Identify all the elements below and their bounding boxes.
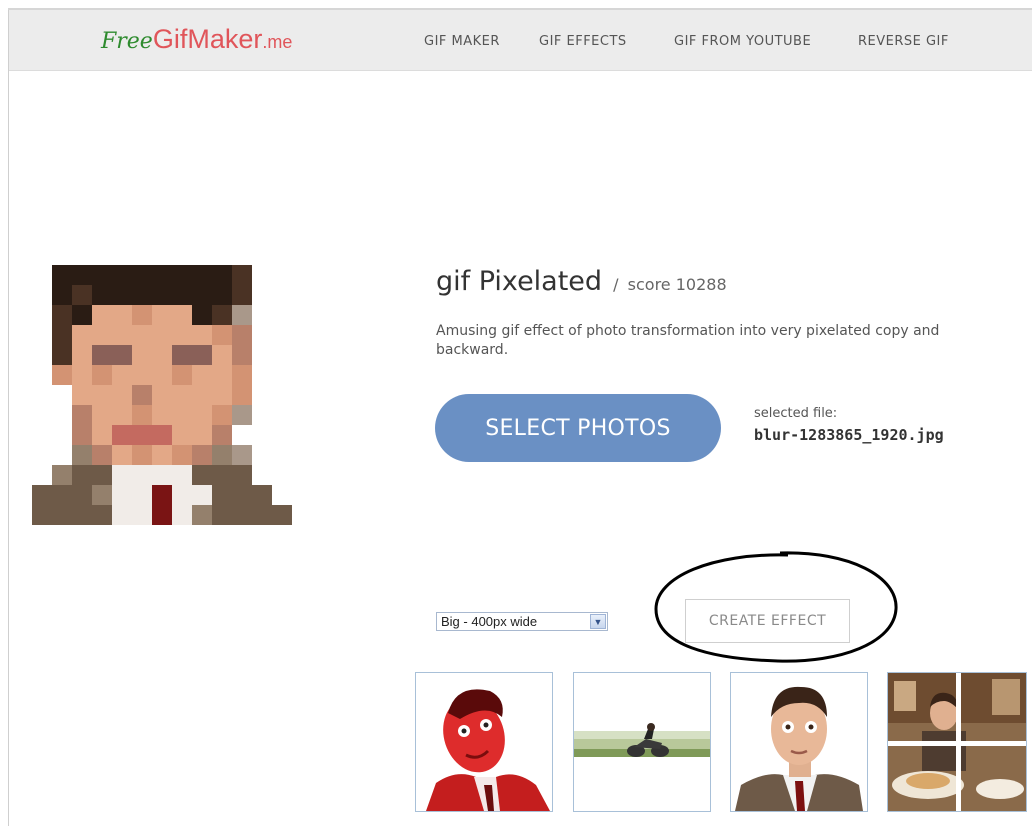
effect-description: Amusing gif effect of photo transformati…: [436, 323, 940, 358]
logo-free-text: Free: [101, 29, 153, 54]
gif-size-select[interactable]: Big - 400px wide ▼: [436, 612, 608, 631]
window-left-border: [8, 10, 9, 826]
chevron-down-icon[interactable]: ▼: [590, 614, 606, 629]
effect-score: score 10288: [627, 275, 727, 294]
create-effect-button[interactable]: CREATE EFFECT: [685, 599, 850, 643]
nav-gif-maker[interactable]: GIF MAKER: [424, 34, 500, 49]
thumbnail-restaurant-collage[interactable]: [887, 672, 1027, 812]
gif-size-selected-value: Big - 400px wide: [441, 614, 538, 629]
effect-title-row: gif Pixelated / score 10288: [436, 266, 727, 297]
pixelated-preview-image: [32, 265, 292, 525]
selected-file-name: blur-1283865_1920.jpg: [754, 426, 944, 444]
nav-gif-from-youtube[interactable]: GIF FROM YOUTUBE: [674, 34, 811, 49]
thumbnail-motorbike-strip[interactable]: [573, 672, 711, 812]
top-navbar: Free GifMaker .me GIF MAKER GIF EFFECTS …: [9, 10, 1032, 71]
thumbnail-red-portrait[interactable]: [415, 672, 553, 812]
site-logo[interactable]: Free GifMaker .me: [101, 24, 292, 56]
logo-me-text: .me: [262, 32, 293, 52]
nav-reverse-gif[interactable]: REVERSE GIF: [858, 34, 949, 49]
select-photos-button[interactable]: SELECT PHOTOS: [435, 394, 721, 462]
title-separator: /: [613, 275, 619, 294]
effect-title: gif Pixelated: [436, 266, 603, 297]
nav-gif-effects[interactable]: GIF EFFECTS: [539, 34, 627, 49]
selected-file-label: selected file:: [754, 406, 838, 421]
thumbnail-face-portrait[interactable]: [730, 672, 868, 812]
logo-gifmaker-text: GifMaker: [152, 24, 263, 54]
